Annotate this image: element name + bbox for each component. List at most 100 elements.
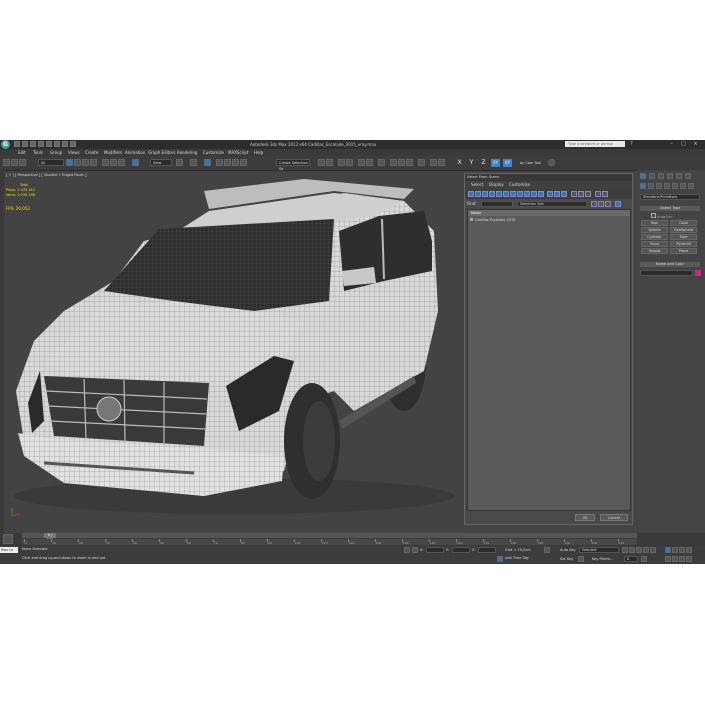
menu-tools[interactable]: Tools — [33, 150, 43, 155]
search-input[interactable]: Type a keyword or phrase — [565, 141, 625, 147]
maxscript-listener[interactable]: Max to — [0, 547, 18, 553]
project-folder-icon[interactable] — [70, 141, 76, 147]
help-icon[interactable]: ? — [628, 141, 635, 147]
display-invert-icon[interactable] — [561, 191, 567, 197]
object-name-field[interactable] — [640, 270, 693, 276]
selection-set-select[interactable]: Selection Set: — [517, 201, 587, 207]
spinner-snap-icon[interactable] — [240, 159, 247, 166]
find-input[interactable] — [481, 201, 513, 207]
rendered-frame-window-icon[interactable] — [398, 159, 405, 166]
schematic-view-icon[interactable] — [366, 159, 373, 166]
absolute-mode-icon[interactable] — [412, 547, 418, 553]
add-time-tag-icon[interactable] — [497, 556, 503, 562]
save-file-icon[interactable] — [30, 141, 36, 147]
time-configuration-icon[interactable] — [641, 556, 647, 562]
time-slider[interactable]: 0 / 225 — [22, 533, 637, 542]
select-and-scale-icon[interactable] — [118, 159, 125, 166]
undo-icon[interactable] — [38, 141, 44, 147]
delete-selection-set-icon[interactable] — [605, 201, 611, 207]
geometry-icon[interactable] — [640, 183, 646, 189]
object-color-swatch[interactable] — [695, 270, 701, 276]
graphite-ribbon-icon[interactable] — [346, 159, 353, 166]
sort-icon[interactable] — [571, 191, 577, 197]
display-influences-icon[interactable] — [585, 191, 591, 197]
select-by-name-icon[interactable] — [74, 159, 81, 166]
select-and-rotate-icon[interactable] — [110, 159, 117, 166]
go-to-end-icon[interactable] — [650, 547, 656, 553]
camera-tool-label[interactable]: ay Cam Tool — [520, 161, 541, 165]
display-tab-icon[interactable] — [676, 173, 682, 179]
zoom-extents-all-icon[interactable] — [686, 547, 692, 553]
snaps-toggle-icon[interactable] — [216, 159, 223, 166]
x-coordinate-field[interactable] — [426, 547, 444, 553]
select-and-move-icon[interactable] — [102, 159, 109, 166]
object-type-rollout[interactable]: Object Type — [640, 206, 700, 211]
redo-icon[interactable] — [46, 141, 52, 147]
new-file-icon[interactable] — [14, 141, 20, 147]
z-coordinate-field[interactable] — [478, 547, 496, 553]
unlink-icon[interactable] — [11, 159, 18, 166]
curve-editor-icon[interactable] — [358, 159, 365, 166]
go-to-start-icon[interactable] — [622, 547, 628, 553]
selection-filter-select[interactable]: All — [38, 159, 64, 166]
mini-curve-editor-icon[interactable] — [3, 534, 13, 544]
hierarchy-tab-icon[interactable] — [658, 173, 664, 179]
configure-columns-icon[interactable] — [615, 201, 621, 207]
shapes-icon[interactable] — [648, 183, 654, 189]
rectangular-selection-icon[interactable] — [82, 159, 89, 166]
time-config-icon[interactable] — [544, 547, 550, 553]
display-none-icon[interactable] — [554, 191, 560, 197]
zoom-extents-icon[interactable] — [679, 547, 685, 553]
time-slider-thumb[interactable]: 0 / 225 — [44, 533, 56, 542]
dialog-menu-select[interactable]: Select — [471, 182, 483, 187]
modify-tab-icon[interactable] — [649, 173, 655, 179]
motion-tab-icon[interactable] — [667, 173, 673, 179]
pivot-center-icon[interactable] — [176, 159, 183, 166]
filter-geometry-icon[interactable] — [468, 191, 474, 197]
mirror-icon[interactable] — [318, 159, 325, 166]
axis-xy-cycle-button[interactable]: XY — [503, 159, 512, 167]
window-crossing-icon[interactable] — [90, 159, 97, 166]
zoom-all-icon[interactable] — [672, 547, 678, 553]
fetch-icon[interactable] — [62, 141, 68, 147]
menu-edit[interactable]: Edit — [18, 150, 26, 155]
filter-frozen-icon[interactable] — [538, 191, 544, 197]
render-production-icon[interactable] — [406, 159, 413, 166]
ok-button[interactable]: OK — [575, 514, 595, 521]
tube-button[interactable]: Tube — [670, 234, 697, 240]
teapot-render-icon[interactable] — [418, 159, 425, 166]
y-coordinate-field[interactable] — [452, 547, 470, 553]
link-icon[interactable] — [3, 159, 10, 166]
lock-selection-icon[interactable] — [404, 547, 410, 553]
display-all-icon[interactable] — [547, 191, 553, 197]
filter-helpers-icon[interactable] — [496, 191, 502, 197]
box-button[interactable]: Box — [641, 220, 668, 226]
reference-coordinate-select[interactable]: View — [150, 159, 172, 166]
edit-selection-set-icon[interactable] — [591, 201, 597, 207]
systems-icon[interactable] — [688, 183, 694, 189]
pan-view-icon[interactable] — [672, 556, 678, 562]
layer-manager-icon[interactable] — [338, 159, 345, 166]
next-frame-icon[interactable] — [643, 547, 649, 553]
percent-snap-icon[interactable] — [232, 159, 239, 166]
filter-spacewarps-icon[interactable] — [503, 191, 509, 197]
display-children-icon[interactable] — [578, 191, 584, 197]
plane-button[interactable]: Plane — [670, 248, 697, 254]
menu-rendering[interactable]: Rendering — [177, 150, 197, 155]
torus-button[interactable]: Torus — [641, 241, 668, 247]
hold-icon[interactable] — [54, 141, 60, 147]
menu-animation[interactable]: Animation — [125, 150, 145, 155]
material-editor-icon[interactable] — [378, 159, 385, 166]
track-bar[interactable]: 0 10 20 30 40 50 60 70 80 90 100 110 120 130 140 150 160… — [22, 539, 637, 545]
dialog-title[interactable]: Select From Scene — [465, 174, 632, 181]
maximize-icon[interactable]: □ — [680, 141, 687, 147]
filter-containers-icon[interactable] — [531, 191, 537, 197]
pyramid-button[interactable]: Pyramid — [670, 241, 697, 247]
add-time-tag[interactable]: Add Time Tag — [505, 556, 529, 560]
geosphere-button[interactable]: GeoSphere — [670, 227, 697, 233]
menu-group[interactable]: Group — [50, 150, 62, 155]
render-region-icon[interactable] — [438, 159, 445, 166]
save-selection-set-icon[interactable] — [598, 201, 604, 207]
utilities-tab-icon[interactable] — [685, 173, 691, 179]
select-and-manipulate-icon[interactable] — [132, 159, 139, 166]
